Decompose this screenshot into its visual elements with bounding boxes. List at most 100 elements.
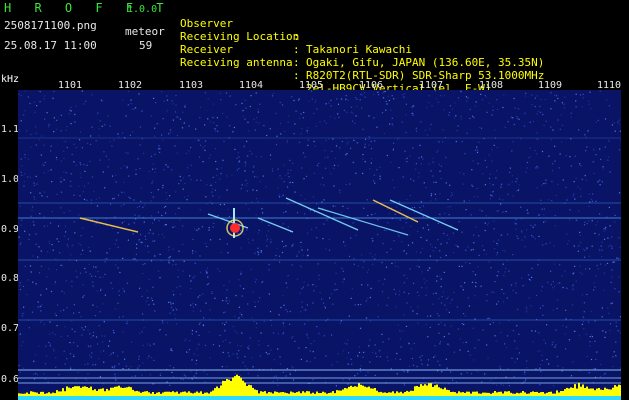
noise-speck <box>437 150 439 152</box>
level-bar <box>226 379 228 396</box>
noise-speck <box>73 194 75 196</box>
noise-speck <box>343 241 345 243</box>
noise-speck <box>63 212 65 214</box>
info-colon: : <box>293 43 300 56</box>
noise-speck <box>486 166 488 168</box>
noise-speck <box>475 101 477 103</box>
noise-speck <box>350 237 352 239</box>
noise-speck <box>261 281 263 284</box>
level-bar <box>404 392 406 396</box>
noise-speck <box>346 343 348 345</box>
noise-speck <box>222 159 224 161</box>
noise-speck <box>534 238 536 240</box>
noise-speck <box>182 379 184 381</box>
noise-speck <box>364 161 366 163</box>
noise-speck <box>20 224 22 226</box>
noise-speck <box>287 172 289 174</box>
noise-speck <box>358 346 360 348</box>
noise-speck <box>36 105 38 107</box>
level-bar <box>276 391 278 396</box>
noise-speck <box>19 244 21 246</box>
noise-speck <box>396 352 398 355</box>
noise-speck <box>562 367 564 369</box>
level-bar <box>616 386 618 396</box>
noise-speck <box>122 315 124 318</box>
noise-speck <box>582 97 584 99</box>
noise-speck <box>542 244 544 246</box>
noise-speck <box>244 170 246 172</box>
noise-speck <box>206 373 208 376</box>
noise-speck <box>403 384 406 386</box>
noise-speck <box>377 316 379 318</box>
noise-speck <box>546 358 548 361</box>
level-bar <box>430 383 432 396</box>
noise-speck <box>536 95 538 97</box>
info-value: Ogaki, Gifu, JAPAN (136.60E, 35.35N) <box>306 56 545 69</box>
level-bar <box>252 387 254 396</box>
noise-speck <box>33 378 36 380</box>
noise-speck <box>370 158 373 160</box>
noise-speck <box>482 329 484 331</box>
noise-speck <box>108 159 110 161</box>
noise-speck <box>270 349 272 351</box>
noise-speck <box>539 367 541 369</box>
noise-speck <box>125 115 127 117</box>
noise-speck <box>73 161 75 163</box>
noise-speck <box>524 236 526 238</box>
noise-speck <box>516 116 518 118</box>
noise-speck <box>463 313 465 315</box>
noise-speck <box>231 174 233 176</box>
noise-speck <box>184 104 186 106</box>
noise-speck <box>74 331 76 333</box>
noise-speck <box>420 251 422 254</box>
noise-speck <box>408 343 410 345</box>
noise-speck <box>73 354 75 356</box>
level-bar <box>152 392 154 396</box>
noise-speck <box>65 231 67 233</box>
noise-speck <box>355 115 357 117</box>
noise-speck <box>405 114 407 116</box>
noise-speck <box>310 90 313 92</box>
noise-speck <box>369 361 371 363</box>
noise-speck <box>599 375 601 378</box>
noise-speck <box>67 246 69 248</box>
noise-speck <box>613 351 615 353</box>
noise-speck <box>447 343 449 345</box>
y-tick-label: 0.8 <box>1 273 20 284</box>
noise-speck <box>36 374 39 376</box>
noise-speck <box>516 235 518 237</box>
info-key: Receiving antenna <box>180 56 293 69</box>
noise-speck <box>494 335 496 337</box>
noise-speck <box>273 359 275 361</box>
noise-speck <box>446 298 448 300</box>
noise-speck <box>126 167 128 170</box>
noise-speck <box>428 95 430 97</box>
noise-speck <box>421 287 423 289</box>
noise-speck <box>216 125 218 127</box>
noise-speck <box>423 182 425 184</box>
noise-speck <box>543 183 545 185</box>
noise-speck <box>361 284 363 286</box>
noise-speck <box>430 243 432 245</box>
noise-speck <box>26 294 28 296</box>
level-bar <box>364 386 366 396</box>
noise-speck <box>289 181 291 184</box>
noise-speck <box>486 344 488 346</box>
noise-speck <box>418 172 420 174</box>
noise-speck <box>510 284 513 286</box>
noise-speck <box>160 373 162 375</box>
noise-speck <box>590 310 592 313</box>
noise-speck <box>516 117 518 119</box>
noise-speck <box>501 288 503 291</box>
noise-speck <box>306 132 309 134</box>
noise-speck <box>347 339 349 341</box>
level-bar <box>208 393 210 396</box>
noise-speck <box>484 373 486 375</box>
noise-speck <box>459 171 461 174</box>
noise-speck <box>453 252 455 254</box>
noise-speck <box>147 251 150 253</box>
noise-speck <box>526 167 528 169</box>
noise-speck <box>486 300 488 302</box>
level-bar <box>450 392 452 396</box>
level-bar <box>32 391 34 396</box>
